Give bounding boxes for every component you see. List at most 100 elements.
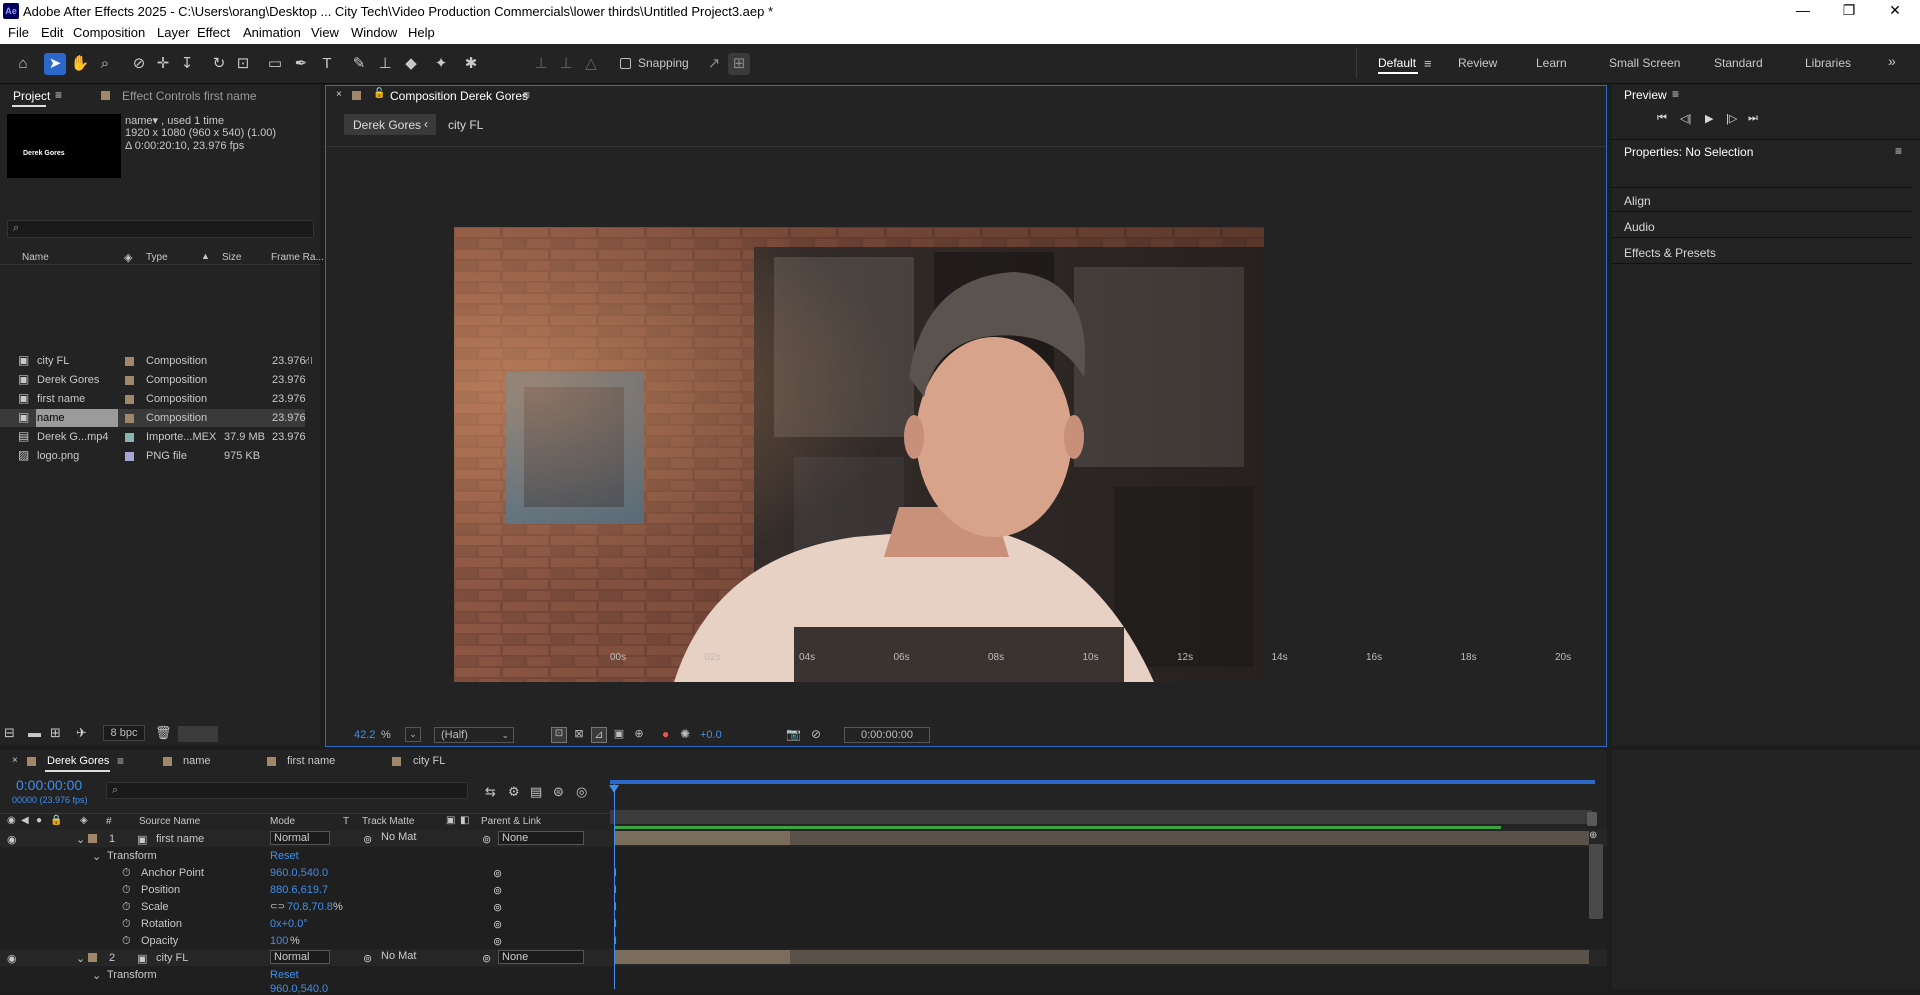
layer-name[interactable]: first name <box>156 833 204 845</box>
project-item-row[interactable]: ▤ Derek G...mp4 Importe...MEX 37.9 MB 23.976 <box>0 428 306 446</box>
parent-pickwhip-icon[interactable]: ⊚ <box>482 833 491 846</box>
item-label-swatch[interactable] <box>125 452 134 461</box>
menu-edit[interactable]: Edit <box>41 25 63 40</box>
playhead-line[interactable] <box>614 784 615 989</box>
menu-window[interactable]: Window <box>351 25 397 40</box>
snapping-checkbox[interactable] <box>620 58 631 69</box>
eraser-tool-icon[interactable]: ◆ <box>400 53 422 75</box>
menu-composition[interactable]: Composition <box>73 25 145 40</box>
comp-menu-icon[interactable]: ≡ <box>523 88 530 102</box>
stopwatch-icon[interactable]: ⏱ <box>122 867 131 880</box>
tab-composition[interactable]: Composition Derek Gores <box>390 89 528 103</box>
layer-label-swatch[interactable] <box>88 834 97 843</box>
puppet-pin-icon[interactable]: ✱ <box>460 53 482 75</box>
work-area-bar[interactable] <box>610 780 1595 784</box>
property-row[interactable]: ⏱ Position 880.6,619.7 ⊚ I <box>0 881 1607 898</box>
expression-pickwhip-icon[interactable]: ⊚ <box>493 867 502 880</box>
link-icon[interactable]: ⊕ <box>1589 830 1597 841</box>
property-row[interactable]: ⏱ Rotation 0x+0.0° ⊚ I <box>0 915 1607 932</box>
column-parent-link[interactable]: Parent & Link <box>481 816 541 827</box>
project-search-input[interactable]: ⌕ <box>7 220 314 238</box>
column-frame-rate[interactable]: Frame Ra... <box>271 252 324 263</box>
properties-menu-icon[interactable]: ≡ <box>1895 144 1902 158</box>
next-frame-icon[interactable]: |▷ <box>1726 112 1737 125</box>
channels-icon[interactable]: ● <box>662 727 669 741</box>
timeline-tab-city-fl[interactable]: city FL <box>413 755 445 767</box>
twirl-open-icon[interactable]: ⌄ <box>76 833 85 846</box>
home-icon[interactable]: ⌂ <box>12 53 34 75</box>
track-matte-select[interactable]: No Mat <box>378 831 438 845</box>
grid-guides-icon[interactable]: ⊕ <box>631 727 647 743</box>
project-item-row[interactable]: ▨ logo.png PNG file 975 KB <box>0 447 305 465</box>
timeline-menu-icon[interactable]: ≡ <box>117 754 124 768</box>
column-name[interactable]: Name <box>22 252 49 263</box>
last-frame-icon[interactable]: ⏭ <box>1748 112 1758 125</box>
breadcrumb-active[interactable]: Derek Gores ‹ <box>344 114 436 135</box>
layer-mode-select[interactable]: Normal <box>270 950 330 964</box>
item-label-swatch[interactable] <box>125 376 134 385</box>
transparency-grid-icon[interactable]: ⊠ <box>571 727 587 743</box>
expression-pickwhip-icon[interactable]: ⊚ <box>493 935 502 948</box>
parent-pickwhip-icon[interactable]: ⊚ <box>482 952 491 965</box>
twirl-open-icon[interactable]: ⌄ <box>76 952 85 965</box>
layer-duration-bar[interactable] <box>614 950 1589 964</box>
property-row[interactable]: ⏱ Anchor Point 960.0,540.0 ⊚ I <box>0 864 1607 881</box>
delete-icon[interactable]: 🗑 <box>155 725 172 741</box>
zoom-dropdown-icon[interactable]: ⌄ <box>405 727 421 742</box>
transform-group-row[interactable]: ⌄ Transform Reset <box>0 847 1607 864</box>
tab-project[interactable]: Project <box>13 89 50 103</box>
tab-effect-controls[interactable]: Effect Controls first name <box>122 89 257 103</box>
menu-effect[interactable]: Effect <box>197 25 230 40</box>
property-row[interactable]: ⏱ Opacity 100% ⊚ I <box>0 932 1607 949</box>
pan-behind-icon[interactable]: ⊡ <box>232 53 254 75</box>
section-align[interactable]: Align <box>1624 194 1651 208</box>
sort-ascending-icon[interactable]: ▲ <box>201 251 210 261</box>
track-matte-pickwhip-icon[interactable]: ⊚ <box>363 833 372 846</box>
interpret-footage-icon[interactable]: ⊟ <box>4 725 15 741</box>
solo-switch-icon[interactable]: ● <box>36 815 42 826</box>
twirl-open-icon[interactable]: ⌄ <box>92 969 101 982</box>
workspace-review[interactable]: Review <box>1458 56 1497 70</box>
workspace-libraries[interactable]: Libraries <box>1805 56 1851 70</box>
property-row[interactable]: 960.0,540.0 <box>0 983 1607 995</box>
column-track-matte[interactable]: Track Matte <box>362 816 414 827</box>
matte-invert-icon[interactable]: ◧ <box>460 815 469 826</box>
timeline-scrollbar[interactable] <box>1589 844 1603 919</box>
layer-label-swatch[interactable] <box>88 953 97 962</box>
eye-icon[interactable]: ◉ <box>7 952 17 965</box>
layer-row[interactable]: ◉ ⌄ 2 ▣ city FL Normal ⊚ No Mat ⊚ None <box>0 949 1607 966</box>
snapshot-icon[interactable]: 📷 <box>786 727 801 741</box>
property-row[interactable]: ⏱ Scale ⊂⊃ 70.8,70.8% ⊚ I <box>0 898 1607 915</box>
workspace-overflow-icon[interactable]: » <box>1888 53 1896 69</box>
transform-reset-link[interactable]: Reset <box>270 850 299 862</box>
property-value[interactable]: 960.0,540.0 <box>270 983 328 995</box>
stopwatch-icon[interactable]: ⏱ <box>122 901 131 914</box>
project-menu-icon[interactable]: ≡ <box>55 88 62 102</box>
layer-row[interactable]: ◉ ⌄ 1 ▣ first name Normal ⊚ No Mat ⊚ None <box>0 830 1607 847</box>
menu-layer[interactable]: Layer <box>157 25 190 40</box>
brush-tool-icon[interactable]: ✎ <box>348 53 370 75</box>
menu-help[interactable]: Help <box>408 25 435 40</box>
parent-select[interactable]: None <box>498 831 584 845</box>
workspace-default[interactable]: Default <box>1378 56 1416 70</box>
playhead-handle[interactable] <box>609 785 619 793</box>
property-value[interactable]: 0x+0.0° <box>270 918 308 930</box>
property-value[interactable]: 70.8,70.8 <box>287 901 333 913</box>
timeline-timecode[interactable]: 0:00:00:00 <box>16 777 82 793</box>
minimize-icon[interactable]: — <box>1780 0 1826 22</box>
menu-animation[interactable]: Animation <box>243 25 301 40</box>
rotate-tool-icon[interactable]: ↻ <box>208 53 230 75</box>
item-label-swatch[interactable] <box>125 357 134 366</box>
hide-shy-layers-icon[interactable]: ▤ <box>530 784 542 800</box>
column-source-name[interactable]: Source Name <box>139 816 200 827</box>
layer-duration-bar[interactable] <box>614 831 1589 845</box>
flowchart-icon[interactable]: ⛙ <box>305 355 313 369</box>
project-item-row[interactable]: ▣ name Composition 23.976 <box>0 409 306 427</box>
close-timeline-tab-icon[interactable]: × <box>12 755 18 766</box>
roto-brush-icon[interactable]: ✦ <box>430 53 452 75</box>
item-label-swatch[interactable] <box>125 395 134 404</box>
color-management-icon[interactable]: ✺ <box>680 727 690 741</box>
section-audio[interactable]: Audio <box>1624 220 1655 234</box>
axis-local-icon[interactable]: ⊥ <box>530 53 552 75</box>
resolution-select[interactable]: (Half) ⌄ <box>434 727 514 743</box>
